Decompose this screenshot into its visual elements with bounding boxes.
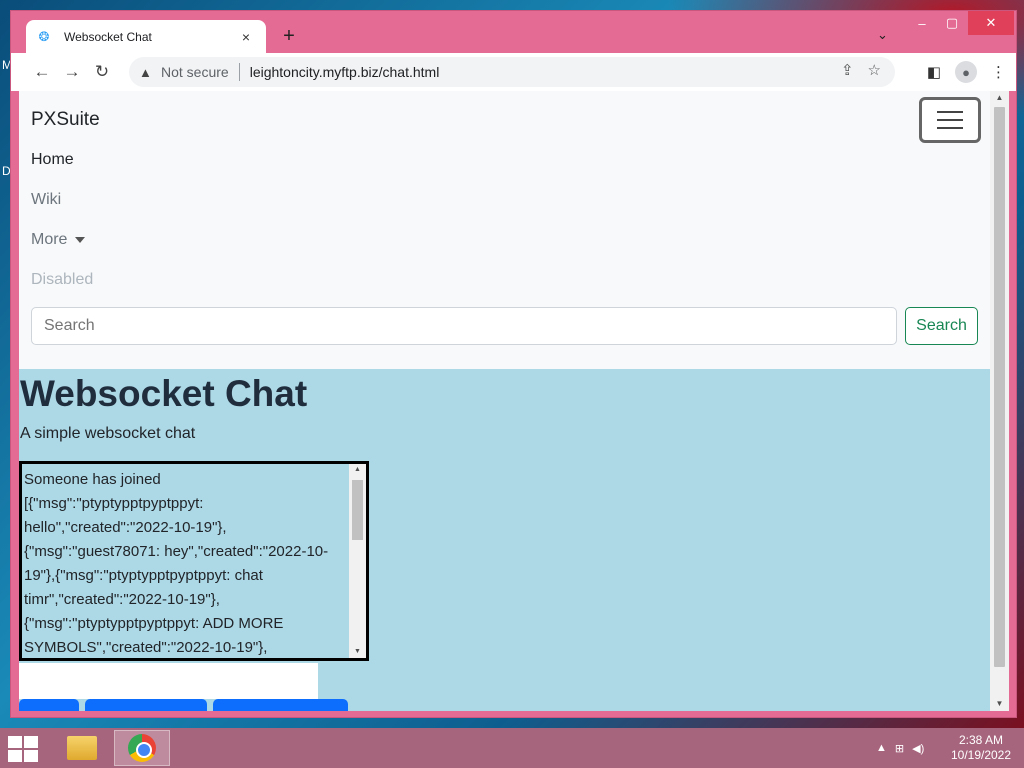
scroll-down-icon[interactable]: ▼ <box>990 697 1009 711</box>
tab-title: Websocket Chat <box>64 29 152 44</box>
browser-tab[interactable]: ❂ Websocket Chat × <box>26 20 266 53</box>
nav-link-disabled: Disabled <box>31 271 94 288</box>
chat-button-3[interactable] <box>213 699 348 711</box>
taskbar: ▲ ⊞ ◀) 2:38 AM 10/19/2022 <box>0 728 1024 768</box>
clock-date: 10/19/2022 <box>950 748 1012 762</box>
volume-icon[interactable]: ◀) <box>912 742 924 755</box>
browser-toolbar: ← → ↻ ▲ Not secure leightoncity.myftp.bi… <box>11 53 1016 91</box>
page-subtitle: A simple websocket chat <box>20 425 196 442</box>
star-icon[interactable]: ☆ <box>868 61 881 79</box>
minimize-button[interactable]: – <box>909 11 935 35</box>
nav-link-wiki[interactable]: Wiki <box>31 191 61 209</box>
chat-button-2[interactable] <box>85 699 207 711</box>
forward-icon[interactable]: → <box>57 62 87 82</box>
chat-log-text: Someone has joined [{"msg":"ptyptypptpyp… <box>24 471 329 656</box>
site-navbar: PXSuite Home Wiki More Disabled Search <box>19 91 990 369</box>
page-scrollbar-thumb[interactable] <box>994 107 1005 667</box>
search-button[interactable]: Search <box>905 307 978 345</box>
sidepanel-icon[interactable]: ◧ <box>927 63 941 81</box>
tray-expand-icon[interactable]: ▲ <box>876 742 887 754</box>
taskbar-clock[interactable]: 2:38 AM 10/19/2022 <box>946 733 1016 763</box>
message-input[interactable] <box>19 663 318 699</box>
chat-log[interactable]: Someone has joined [{"msg":"ptyptypptpyp… <box>19 461 369 661</box>
menu-icon[interactable]: ⋮ <box>991 63 1006 81</box>
security-indicator[interactable]: Not secure <box>161 64 229 80</box>
browser-window: ❂ Websocket Chat × + ⌄ – ▢ ✕ ← → ↻ ▲ Not… <box>10 10 1017 718</box>
hamburger-icon[interactable] <box>919 97 981 143</box>
reload-icon[interactable]: ↻ <box>87 62 117 82</box>
tab-close-icon[interactable]: × <box>236 29 256 45</box>
omnibox-divider <box>238 63 240 81</box>
system-tray: ▲ ⊞ ◀) <box>876 728 924 768</box>
page-scrollbar[interactable]: ▲ ▼ <box>990 91 1009 711</box>
scroll-up-icon[interactable]: ▲ <box>349 464 366 476</box>
back-icon[interactable]: ← <box>27 62 57 82</box>
chat-scrollbar-thumb[interactable] <box>352 480 363 540</box>
scroll-down-icon[interactable]: ▼ <box>349 646 366 658</box>
network-icon[interactable]: ⊞ <box>895 742 904 755</box>
share-icon[interactable]: ⇪ <box>841 61 854 79</box>
page-title: Websocket Chat <box>20 373 308 414</box>
favicon-icon: ❂ <box>38 28 50 44</box>
file-explorer-icon[interactable] <box>54 730 110 766</box>
chat-section: Websocket Chat A simple websocket chat S… <box>19 369 990 711</box>
address-bar[interactable]: ▲ Not secure leightoncity.myftp.biz/chat… <box>129 57 895 87</box>
page-viewport: PXSuite Home Wiki More Disabled Search W… <box>19 91 1009 711</box>
nav-dropdown-more[interactable]: More <box>31 231 86 249</box>
maximize-button[interactable]: ▢ <box>939 11 965 35</box>
chat-button-1[interactable] <box>19 699 79 711</box>
chat-scrollbar[interactable]: ▲ ▼ <box>349 464 366 658</box>
nav-dropdown-label: More <box>31 231 68 248</box>
warning-icon: ▲ <box>139 64 152 80</box>
tab-search-button[interactable]: ⌄ <box>877 27 888 43</box>
profile-icon[interactable]: ● <box>955 61 977 83</box>
new-tab-button[interactable]: + <box>277 25 301 48</box>
navbar-brand[interactable]: PXSuite <box>31 109 100 131</box>
close-window-button[interactable]: ✕ <box>968 11 1014 35</box>
scroll-up-icon[interactable]: ▲ <box>990 91 1009 105</box>
windows-start-icon[interactable] <box>8 736 38 762</box>
search-input[interactable] <box>31 307 897 345</box>
chrome-icon[interactable] <box>114 730 170 766</box>
clock-time: 2:38 AM <box>958 733 1004 747</box>
tab-strip: ❂ Websocket Chat × + ⌄ – ▢ ✕ <box>11 11 1016 53</box>
nav-link-home[interactable]: Home <box>31 151 74 169</box>
url-text[interactable]: leightoncity.myftp.biz/chat.html <box>250 64 440 80</box>
caret-down-icon <box>75 236 86 243</box>
